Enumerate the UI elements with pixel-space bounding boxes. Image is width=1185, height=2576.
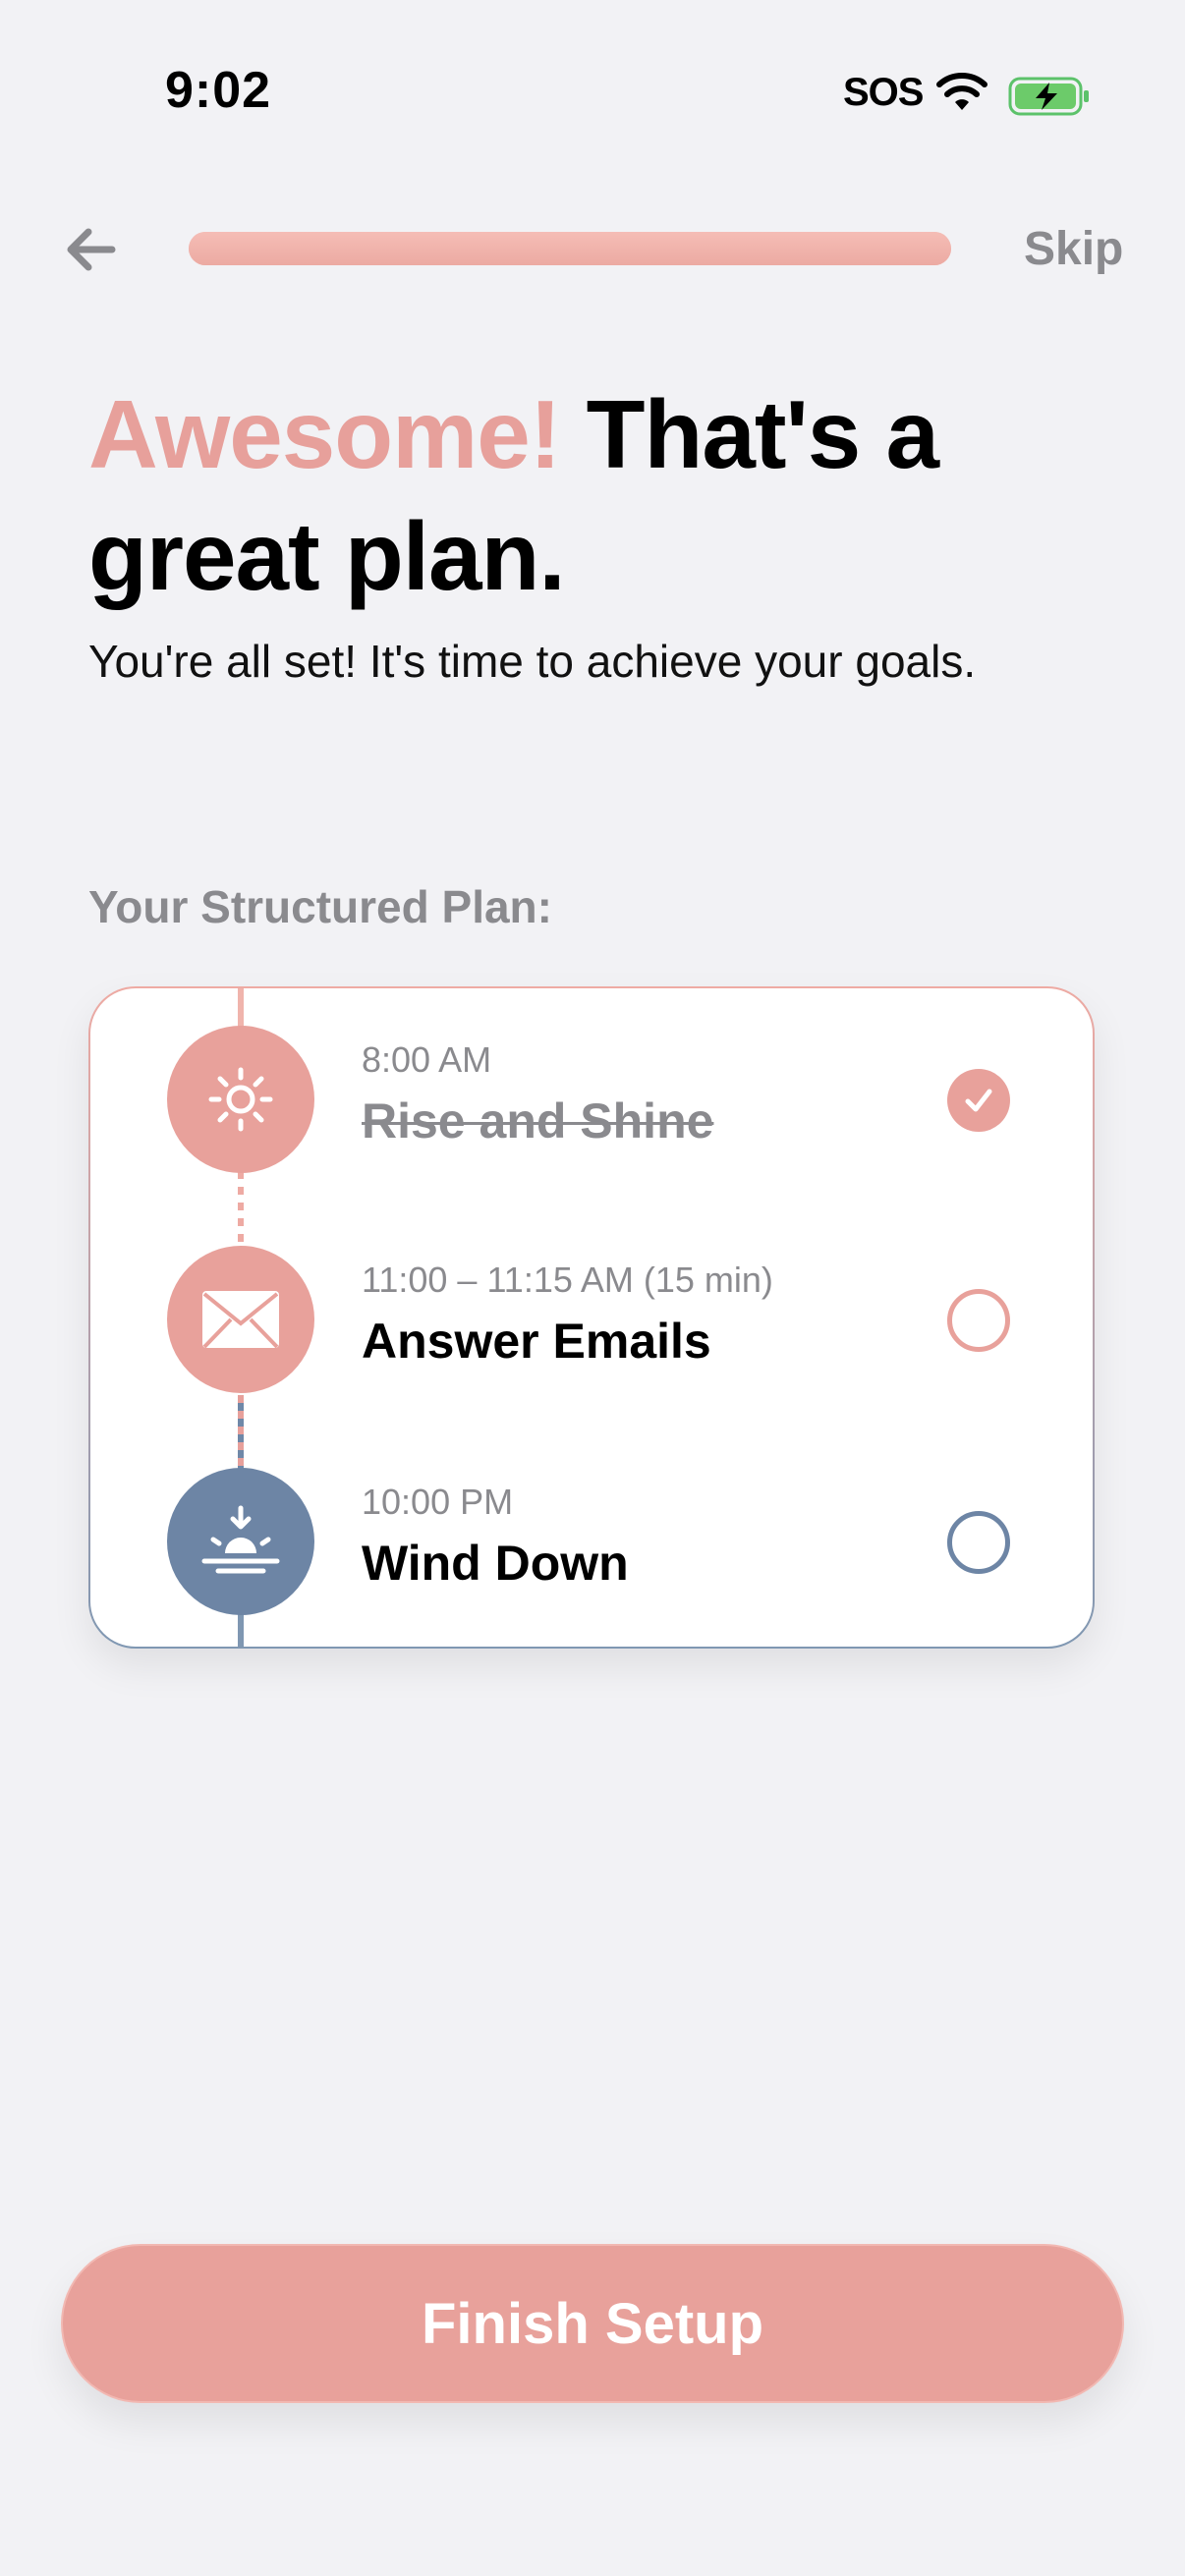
plan-item-time: 8:00 AM [362, 1039, 492, 1080]
plan-item-rise-and-shine[interactable]: 8:00 AM Rise and Shine [90, 1026, 1093, 1222]
incomplete-checkbox[interactable] [947, 1289, 1010, 1352]
completed-checkbox[interactable] [947, 1069, 1010, 1132]
setup-progress-bar [189, 232, 951, 265]
plan-item-time: 11:00 – 11:15 AM (15 min) [362, 1260, 773, 1300]
status-bar: 9:02 SOS [0, 0, 1185, 187]
checkmark-icon [965, 1089, 992, 1112]
sunset-icon [201, 1505, 280, 1574]
plan-item-title: Wind Down [362, 1536, 629, 1591]
sos-indicator: SOS [843, 71, 924, 114]
plan-item-answer-emails[interactable]: 11:00 – 11:15 AM (15 min) Answer Emails [90, 1246, 1093, 1442]
back-arrow-icon[interactable] [59, 220, 122, 279]
page-title: Awesome! That's a great plan. [88, 373, 1130, 617]
status-time: 9:02 [165, 62, 272, 119]
battery-charging-icon [1008, 77, 1089, 116]
plan-item-badge [167, 1246, 314, 1393]
finish-setup-button[interactable]: Finish Setup [61, 2244, 1124, 2403]
setup-progress-fill [189, 232, 951, 265]
plan-item-title: Rise and Shine [362, 1093, 714, 1148]
plan-card: 8:00 AM Rise and Shine 11:00 – 11:15 AM … [88, 986, 1095, 1649]
timeline-connector [238, 988, 244, 1028]
plan-item-badge [167, 1468, 314, 1615]
plan-item-wind-down[interactable]: 10:00 PM Wind Down [90, 1468, 1093, 1664]
wifi-icon [936, 73, 988, 110]
title-accent: Awesome! [88, 380, 561, 488]
sun-icon [208, 1067, 273, 1132]
skip-button[interactable]: Skip [1024, 222, 1123, 276]
plan-item-time: 10:00 PM [362, 1482, 514, 1522]
plan-item-badge [167, 1026, 314, 1173]
section-label: Your Structured Plan: [88, 881, 552, 932]
envelope-icon [202, 1291, 279, 1349]
incomplete-checkbox[interactable] [947, 1511, 1010, 1574]
plan-item-title: Answer Emails [362, 1314, 711, 1369]
subtitle: You're all set! It's time to achieve you… [88, 636, 977, 687]
